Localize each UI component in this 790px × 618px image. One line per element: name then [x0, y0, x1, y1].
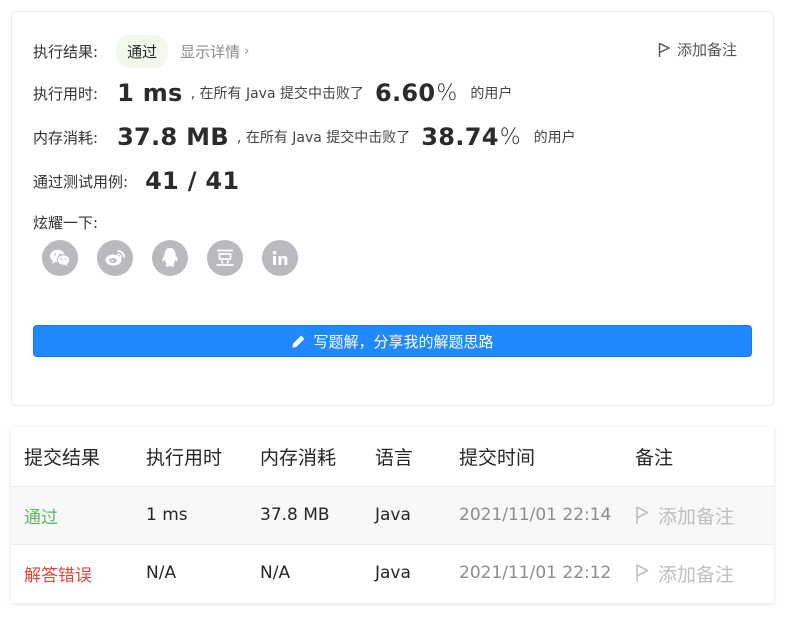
- header-language: 语言: [375, 446, 414, 469]
- memory-label: 内存消耗:: [33, 128, 99, 147]
- wechat-icon[interactable]: [42, 240, 78, 276]
- runtime-percent-sign: %: [436, 80, 458, 106]
- submission-memory: 37.8 MB: [247, 485, 362, 544]
- flag-icon: [636, 564, 649, 583]
- submission-time: 2021/11/01 22:14: [446, 485, 622, 544]
- memory-percent-sign: %: [499, 124, 521, 150]
- flag-icon: [636, 506, 649, 524]
- runtime-suffix: 的用户: [470, 86, 513, 102]
- write-solution-label: 写题解，分享我的解题思路: [313, 332, 494, 351]
- write-solution-button[interactable]: 写题解，分享我的解题思路: [33, 325, 752, 357]
- submission-runtime: N/A: [133, 543, 247, 602]
- header-runtime: 执行用时: [146, 446, 223, 469]
- memory-row: 内存消耗: 37.8 MB , 在所有 Java 提交中击败了 38.74 % …: [33, 123, 576, 151]
- share-icons: [42, 240, 298, 276]
- header-note: 备注: [635, 446, 674, 469]
- tests-label: 通过测试用例:: [33, 172, 129, 191]
- share-label: 炫耀一下:: [33, 214, 99, 232]
- runtime-row: 执行用时: 1 ms , 在所有 Java 提交中击败了 6.60 % 的用户: [33, 79, 512, 107]
- header-submit-time: 提交时间: [459, 446, 536, 469]
- submission-note-cell: 添加备注: [622, 543, 774, 602]
- pencil-icon: [292, 335, 305, 348]
- add-note-label: 添加备注: [676, 41, 737, 59]
- qq-icon[interactable]: [152, 240, 188, 276]
- add-note-button[interactable]: 添加备注: [635, 560, 774, 587]
- add-note-button[interactable]: 添加备注: [658, 39, 737, 60]
- chevron-right-icon: ›: [244, 44, 250, 59]
- runtime-beat-text: , 在所有 Java 提交中击败了: [190, 86, 364, 102]
- table-row: 解答错误 N/A N/A Java 2021/11/01 22:12 添加备注: [11, 543, 774, 602]
- add-note-label: 添加备注: [658, 563, 735, 586]
- memory-value: 37.8 MB: [117, 123, 229, 151]
- submission-note-cell: 添加备注: [622, 485, 774, 544]
- submission-result-link[interactable]: 通过: [11, 485, 133, 544]
- submission-language: Java: [362, 543, 446, 602]
- weibo-icon[interactable]: [97, 240, 133, 276]
- submission-time: 2021/11/01 22:12: [446, 543, 622, 602]
- header-memory: 内存消耗: [260, 446, 337, 469]
- runtime-value: 1 ms: [117, 79, 183, 107]
- add-note-button[interactable]: 添加备注: [635, 502, 774, 529]
- status-badge: 通过: [116, 35, 169, 68]
- submissions-table-card: 提交结果 执行用时 内存消耗 语言 提交时间 备注 通过 1 ms 37.8 M…: [11, 427, 774, 603]
- memory-beat-text: , 在所有 Java 提交中击败了: [236, 130, 411, 146]
- tests-value: 41 / 41: [145, 167, 240, 195]
- table-row: 通过 1 ms 37.8 MB Java 2021/11/01 22:14 添加…: [11, 485, 774, 544]
- memory-percentile: 38.74: [421, 123, 499, 151]
- memory-suffix: 的用户: [533, 130, 576, 146]
- linkedin-icon[interactable]: [262, 240, 298, 276]
- header-result: 提交结果: [24, 446, 101, 469]
- show-detail-label: 显示详情: [180, 43, 241, 61]
- submission-memory: N/A: [247, 543, 362, 602]
- status-row: 执行结果: 通过 显示详情 ›: [33, 35, 249, 68]
- result-card: 执行结果: 通过 显示详情 › 添加备注 执行用时: 1 ms , 在所有 Ja…: [11, 11, 774, 406]
- douban-icon[interactable]: [207, 240, 243, 276]
- runtime-percentile: 6.60: [375, 79, 436, 107]
- status-label: 执行结果:: [33, 43, 99, 61]
- share-row: 炫耀一下:: [33, 212, 98, 233]
- runtime-label: 执行用时:: [33, 84, 99, 103]
- submissions-table: 提交结果 执行用时 内存消耗 语言 提交时间 备注 通过 1 ms 37.8 M…: [11, 427, 774, 602]
- submission-language: Java: [362, 485, 446, 544]
- submission-result-link[interactable]: 解答错误: [11, 543, 133, 602]
- submission-runtime: 1 ms: [133, 485, 247, 544]
- show-detail-link[interactable]: 显示详情 ›: [180, 41, 249, 62]
- table-header-row: 提交结果 执行用时 内存消耗 语言 提交时间 备注: [11, 427, 774, 486]
- flag-icon: [658, 42, 670, 57]
- add-note-label: 添加备注: [658, 505, 735, 528]
- tests-row: 通过测试用例: 41 / 41: [33, 167, 239, 195]
